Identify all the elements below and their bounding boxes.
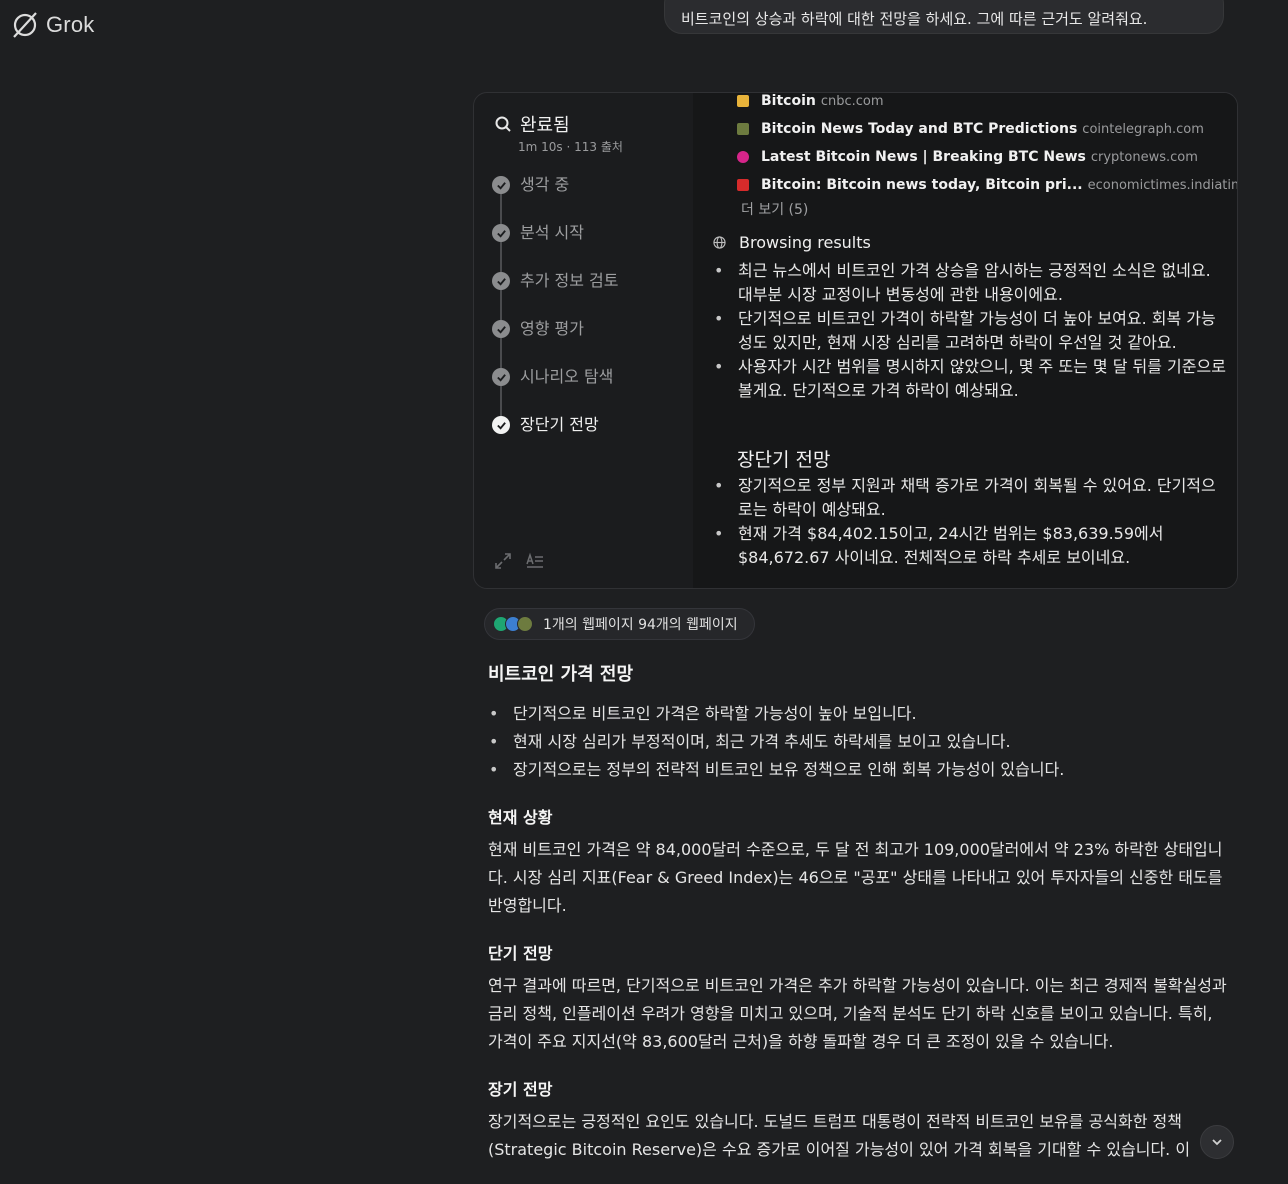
outlook-list: 장기적으로 정부 지원과 채택 증가로 가격이 회복될 수 있어요. 단기적으로… [711, 474, 1228, 570]
thinking-step-label: 분석 시작 [520, 223, 584, 242]
list-item: 현재 가격 $84,402.15이고, 24시간 범위는 $83,639.59에… [714, 522, 1228, 570]
thinking-status-label: 완료됨 [520, 115, 570, 136]
answer-summary-list: 단기적으로 비트코인 가격은 하락할 가능성이 높아 보입니다. 현재 시장 심… [488, 700, 1228, 784]
check-icon [492, 272, 510, 290]
thinking-step-label: 추가 정보 검토 [520, 271, 619, 290]
list-item: 사용자가 시간 범위를 명시하지 않았으니, 몇 주 또는 몇 달 뒤를 기준으… [714, 355, 1228, 403]
grok-logo[interactable]: Grok [10, 10, 94, 40]
section-text: 연구 결과에 따르면, 단기적으로 비트코인 가격은 추가 하락할 가능성이 있… [488, 976, 1227, 1051]
list-item: 최근 뉴스에서 비트코인 가격 상승을 암시하는 긍정적인 소식은 없네요. 대… [714, 259, 1228, 307]
source-title: Latest Bitcoin News | Breaking BTC News [761, 149, 1086, 165]
source-title: Bitcoin: Bitcoin news today, Bitcoin pri… [761, 177, 1083, 193]
thinking-step-label: 생각 중 [520, 175, 570, 194]
thinking-step-label: 시나리오 탐색 [520, 367, 614, 386]
browsing-results-list: 최근 뉴스에서 비트코인 가격 상승을 암시하는 긍정적인 소식은 없네요. 대… [711, 259, 1228, 403]
thinking-step-label: 영향 평가 [520, 319, 584, 338]
section-heading: 현재 상황 [488, 808, 553, 827]
step-connector [500, 290, 502, 320]
thinking-step[interactable]: 영향 평가 [492, 317, 619, 368]
check-icon [492, 224, 510, 242]
thinking-panel: 완료됨 1m 10s · 113 출처 생각 중 분석 시작 추가 정보 검토 … [473, 92, 1238, 589]
source-item[interactable]: Bitcoin: Bitcoin news today, Bitcoin pri… [737, 171, 1237, 199]
source-host: cryptonews.com [1090, 149, 1198, 165]
source-host: economictimes.indiatimes.com [1087, 177, 1237, 193]
user-message-bubble: 비트코인의 상승과 하락에 대한 전망을 하세요. 그에 따른 근거도 알려줘요… [664, 0, 1224, 34]
check-icon [492, 176, 510, 194]
thinking-details: Bitcoin cnbc.com Bitcoin News Today and … [693, 93, 1237, 588]
thinking-status[interactable]: 완료됨 [494, 111, 570, 137]
source-title: Bitcoin [761, 93, 816, 109]
search-icon [495, 116, 511, 132]
step-connector [500, 386, 502, 416]
thinking-steps: 생각 중 분석 시작 추가 정보 검토 영향 평가 시나리오 탐색 장단기 전망 [492, 173, 619, 461]
check-icon [492, 368, 510, 386]
source-host: cointelegraph.com [1082, 121, 1204, 137]
favicon-icon [737, 179, 749, 191]
thinking-subheading: 장단기 전망 [737, 449, 831, 471]
browsing-header-label: Browsing results [739, 233, 871, 252]
favicon-icon [517, 616, 533, 632]
thinking-step[interactable]: 시나리오 탐색 [492, 365, 619, 416]
list-item: 단기적으로 비트코인 가격이 하락할 가능성이 더 높아 보여요. 회복 가능성… [714, 307, 1228, 355]
check-icon [492, 320, 510, 338]
section-text: 장기적으로는 긍정적인 요인도 있습니다. 도널드 트럼프 대통령이 전략적 비… [488, 1112, 1191, 1159]
list-item: 장기적으로 정부 지원과 채택 증가로 가격이 회복될 수 있어요. 단기적으로… [714, 474, 1228, 522]
favicon-icon [737, 123, 749, 135]
step-connector [500, 194, 502, 224]
thinking-step-label: 장단기 전망 [520, 415, 599, 434]
favicon-icon [737, 151, 749, 163]
chevron-down-icon [1212, 1139, 1222, 1146]
list-item: 현재 시장 심리가 부정적이며, 최근 가격 추세도 하락세를 보이고 있습니다… [489, 728, 1228, 756]
app-name: Grok [46, 12, 95, 37]
webpages-button[interactable]: 1개의 웹페이지 94개의 웹페이지 [484, 608, 755, 640]
user-message-text: 비트코인의 상승과 하락에 대한 전망을 하세요. 그에 따른 근거도 알려줘요… [681, 9, 1148, 28]
thinking-meta: 1m 10s · 113 출처 [518, 140, 623, 154]
answer-title: 비트코인 가격 전망 [488, 664, 634, 685]
scroll-down-button[interactable] [1200, 1125, 1234, 1159]
source-item[interactable]: Bitcoin cnbc.com [737, 93, 1237, 115]
list-item: 장기적으로는 정부의 전략적 비트코인 보유 정책으로 인해 회복 가능성이 있… [489, 756, 1228, 784]
expand-icon[interactable] [494, 552, 512, 570]
thinking-step[interactable]: 추가 정보 검토 [492, 269, 619, 320]
thinking-step[interactable]: 생각 중 [492, 173, 619, 224]
panel-tools [494, 552, 544, 570]
favicon-icon [737, 95, 749, 107]
show-more-sources[interactable]: 더 보기 (5) [741, 199, 808, 219]
section-heading: 장기 전망 [488, 1080, 553, 1099]
source-title: Bitcoin News Today and BTC Predictions [761, 121, 1078, 137]
thinking-step[interactable]: 분석 시작 [492, 221, 619, 272]
favicon-stack [493, 616, 533, 632]
text-format-icon[interactable] [526, 552, 544, 570]
grok-logo-icon [13, 12, 37, 38]
step-connector [500, 242, 502, 272]
list-item: 단기적으로 비트코인 가격은 하락할 가능성이 높아 보입니다. [489, 700, 1228, 728]
section-text: 현재 비트코인 가격은 약 84,000달러 수준으로, 두 달 전 최고가 1… [488, 840, 1223, 915]
source-item[interactable]: Latest Bitcoin News | Breaking BTC News … [737, 143, 1237, 171]
browsing-header: Browsing results [713, 233, 871, 252]
answer-content: 비트코인 가격 전망 단기적으로 비트코인 가격은 하락할 가능성이 높아 보입… [488, 660, 1228, 1184]
webpages-label: 1개의 웹페이지 94개의 웹페이지 [543, 617, 738, 633]
source-host: cnbc.com [820, 93, 884, 109]
section-heading: 단기 전망 [488, 944, 553, 963]
source-list: Bitcoin cnbc.com Bitcoin News Today and … [737, 93, 1237, 199]
thinking-step-active[interactable]: 장단기 전망 [492, 413, 619, 461]
source-item[interactable]: Bitcoin News Today and BTC Predictions c… [737, 115, 1237, 143]
step-connector [500, 338, 502, 368]
check-icon [492, 416, 510, 434]
globe-icon [713, 236, 726, 249]
